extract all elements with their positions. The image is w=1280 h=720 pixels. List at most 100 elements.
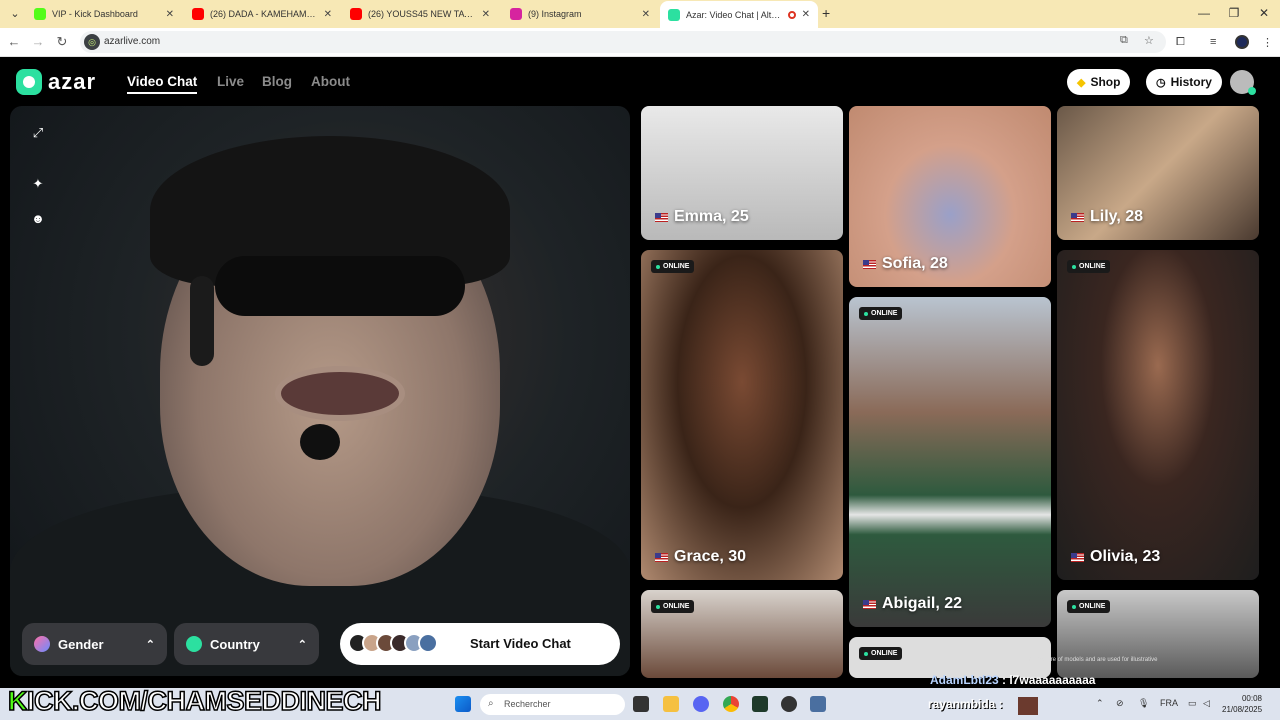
nav-video-chat[interactable]: Video Chat [127,74,198,94]
obs-icon[interactable] [781,696,797,712]
card-name: Emma, 25 [655,208,749,226]
kick-favicon-icon [34,8,46,20]
face-filter-icon[interactable]: ☻ [30,211,46,227]
chevron-up-icon: ⌃ [145,638,155,651]
card-name-text: Abigail, 22 [882,595,963,612]
kick-channel-text: ICK.COM/CHAMSEDDINECH [26,685,382,717]
window-close-icon[interactable]: ✕ [1254,6,1274,20]
chevron-up-icon: ⌃ [297,638,307,651]
start-video-chat-button[interactable]: Start Video Chat [340,623,620,665]
online-badge: ONLINE [651,260,695,273]
video-person-headset [190,276,214,366]
instagram-favicon-icon [510,8,522,20]
gem-icon: ◆ [1077,76,1086,89]
tab-title: (9) Instagram [528,9,582,19]
card-name: Lily, 28 [1071,208,1143,226]
tab-instagram[interactable]: (9) Instagram ✕ [502,2,658,26]
chrome-icon[interactable] [723,696,739,712]
file-explorer-icon[interactable] [663,696,679,712]
profile-card-abigail[interactable]: ONLINE Abigail, 22 [849,297,1051,627]
media-control-icon[interactable]: ≡ [1210,36,1216,48]
online-dot-icon [656,264,660,269]
close-icon[interactable]: ✕ [482,9,490,20]
profile-card[interactable]: ONLINE [641,590,843,678]
terminal-app-icon[interactable] [752,696,768,712]
taskbar-clock[interactable]: 00:08 21/08/2025 [1222,693,1262,715]
profile-card[interactable]: ONLINE [1057,590,1259,678]
browser-toolbar: ← → ↻ ◎ azarlive.com ⧉ ☆ ⧠ ≡ ⋮ [0,28,1280,57]
camera-preview: ⤢ ✦ ☻ Gender ⌃ Country ⌃ Start Video Cha… [10,106,630,676]
tab-kick-dashboard[interactable]: VIP - Kick Dashboard ✕ [26,2,182,26]
microphone-icon[interactable]: 🎙 [1138,698,1149,709]
close-icon[interactable]: ✕ [166,9,174,20]
profile-card-sofia[interactable]: Sofia, 28 [849,106,1051,287]
new-tab-icon[interactable]: + [822,6,836,20]
tab-title: Azar: Video Chat | Alternati [686,9,784,20]
extensions-icon[interactable]: ⧠ [1176,36,1185,49]
restore-icon[interactable]: ❐ [1224,6,1244,20]
taskbar-search[interactable]: ⌕ Rechercher [480,694,625,715]
task-view-icon[interactable] [633,696,649,712]
browser-profile-icon[interactable] [1235,35,1249,49]
user-avatar[interactable] [1230,70,1256,95]
online-dot-icon [656,604,660,609]
close-icon[interactable]: ✕ [642,9,650,20]
history-button[interactable]: ◷ History [1146,69,1222,95]
display-icon[interactable]: ▭ [1188,698,1197,709]
close-icon[interactable]: ✕ [802,9,810,20]
shop-button[interactable]: ◆ Shop [1067,69,1131,95]
calculator-icon[interactable] [810,696,826,712]
nav-about[interactable]: About [311,74,350,89]
tray-chevron-icon[interactable]: ⌃ [1096,698,1104,709]
language-indicator[interactable]: FRA [1160,698,1178,708]
azar-logo[interactable]: azar [16,69,96,95]
install-app-icon[interactable]: ⧉ [1120,34,1128,47]
profile-card-olivia[interactable]: ONLINE Olivia, 23 [1057,250,1259,580]
browser-tab-strip: ⌄ VIP - Kick Dashboard ✕ (26) DADA - KAM… [0,0,1280,28]
browser-menu-icon[interactable]: ⋮ [1262,36,1273,49]
tab-youtube-dada[interactable]: (26) DADA - KAMEHAMEHA (F ✕ [184,2,340,26]
youtube-favicon-icon [192,8,204,20]
expand-icon[interactable]: ⤢ [30,125,46,141]
image-disclaimer: All images are of models and are used fo… [1018,657,1158,663]
azar-page: azar Video Chat Live Blog About ◆ Shop ◷… [0,58,1280,688]
history-label: History [1170,75,1212,89]
us-flag-icon [1071,212,1084,222]
close-icon[interactable]: ✕ [324,9,332,20]
discord-icon[interactable] [693,696,709,712]
shop-label: Shop [1090,75,1121,89]
effects-sparkle-icon[interactable]: ✦ [30,176,46,192]
video-person-mic [300,424,340,460]
online-label: ONLINE [663,263,690,270]
clock-time: 00:08 [1241,694,1262,703]
recording-icon [787,10,796,19]
online-label: ONLINE [1079,263,1106,270]
profile-card-lily[interactable]: Lily, 28 [1057,106,1259,240]
tab-youtube-youss45[interactable]: (26) YOUSS45 NEW TATOO ✕ [342,2,498,26]
bookmark-star-icon[interactable]: ☆ [1144,34,1154,47]
profile-card-emma[interactable]: Emma, 25 [641,106,843,240]
country-filter[interactable]: Country ⌃ [174,623,319,665]
network-icon[interactable]: ⊘ [1116,698,1124,709]
nav-live[interactable]: Live [217,74,244,89]
tab-azar[interactable]: Azar: Video Chat | Alternati ✕ [660,1,818,28]
nav-blog[interactable]: Blog [262,74,292,89]
us-flag-icon [863,259,876,269]
minimize-icon[interactable]: — [1194,6,1214,20]
tab-search-chevron-icon[interactable]: ⌄ [6,5,24,23]
address-bar[interactable]: ◎ azarlive.com ⧉ ☆ [80,31,1166,53]
gender-filter[interactable]: Gender ⌃ [22,623,167,665]
online-label: ONLINE [871,310,898,317]
online-dot-icon [1072,604,1076,609]
profile-card-grace[interactable]: ONLINE Grace, 30 [641,250,843,580]
volume-icon[interactable]: ◁ [1203,698,1210,709]
azar-favicon-icon [668,8,680,21]
online-dot-icon [864,311,868,316]
start-label: Start Video Chat [470,636,571,651]
forward-icon[interactable]: → [30,34,46,49]
reload-icon[interactable]: ↻ [54,34,70,50]
back-icon[interactable]: ← [6,34,22,49]
windows-start-icon[interactable] [455,696,471,712]
stream-chat-line: rayanmbida : [928,697,1003,711]
site-info-icon[interactable]: ◎ [84,34,100,50]
